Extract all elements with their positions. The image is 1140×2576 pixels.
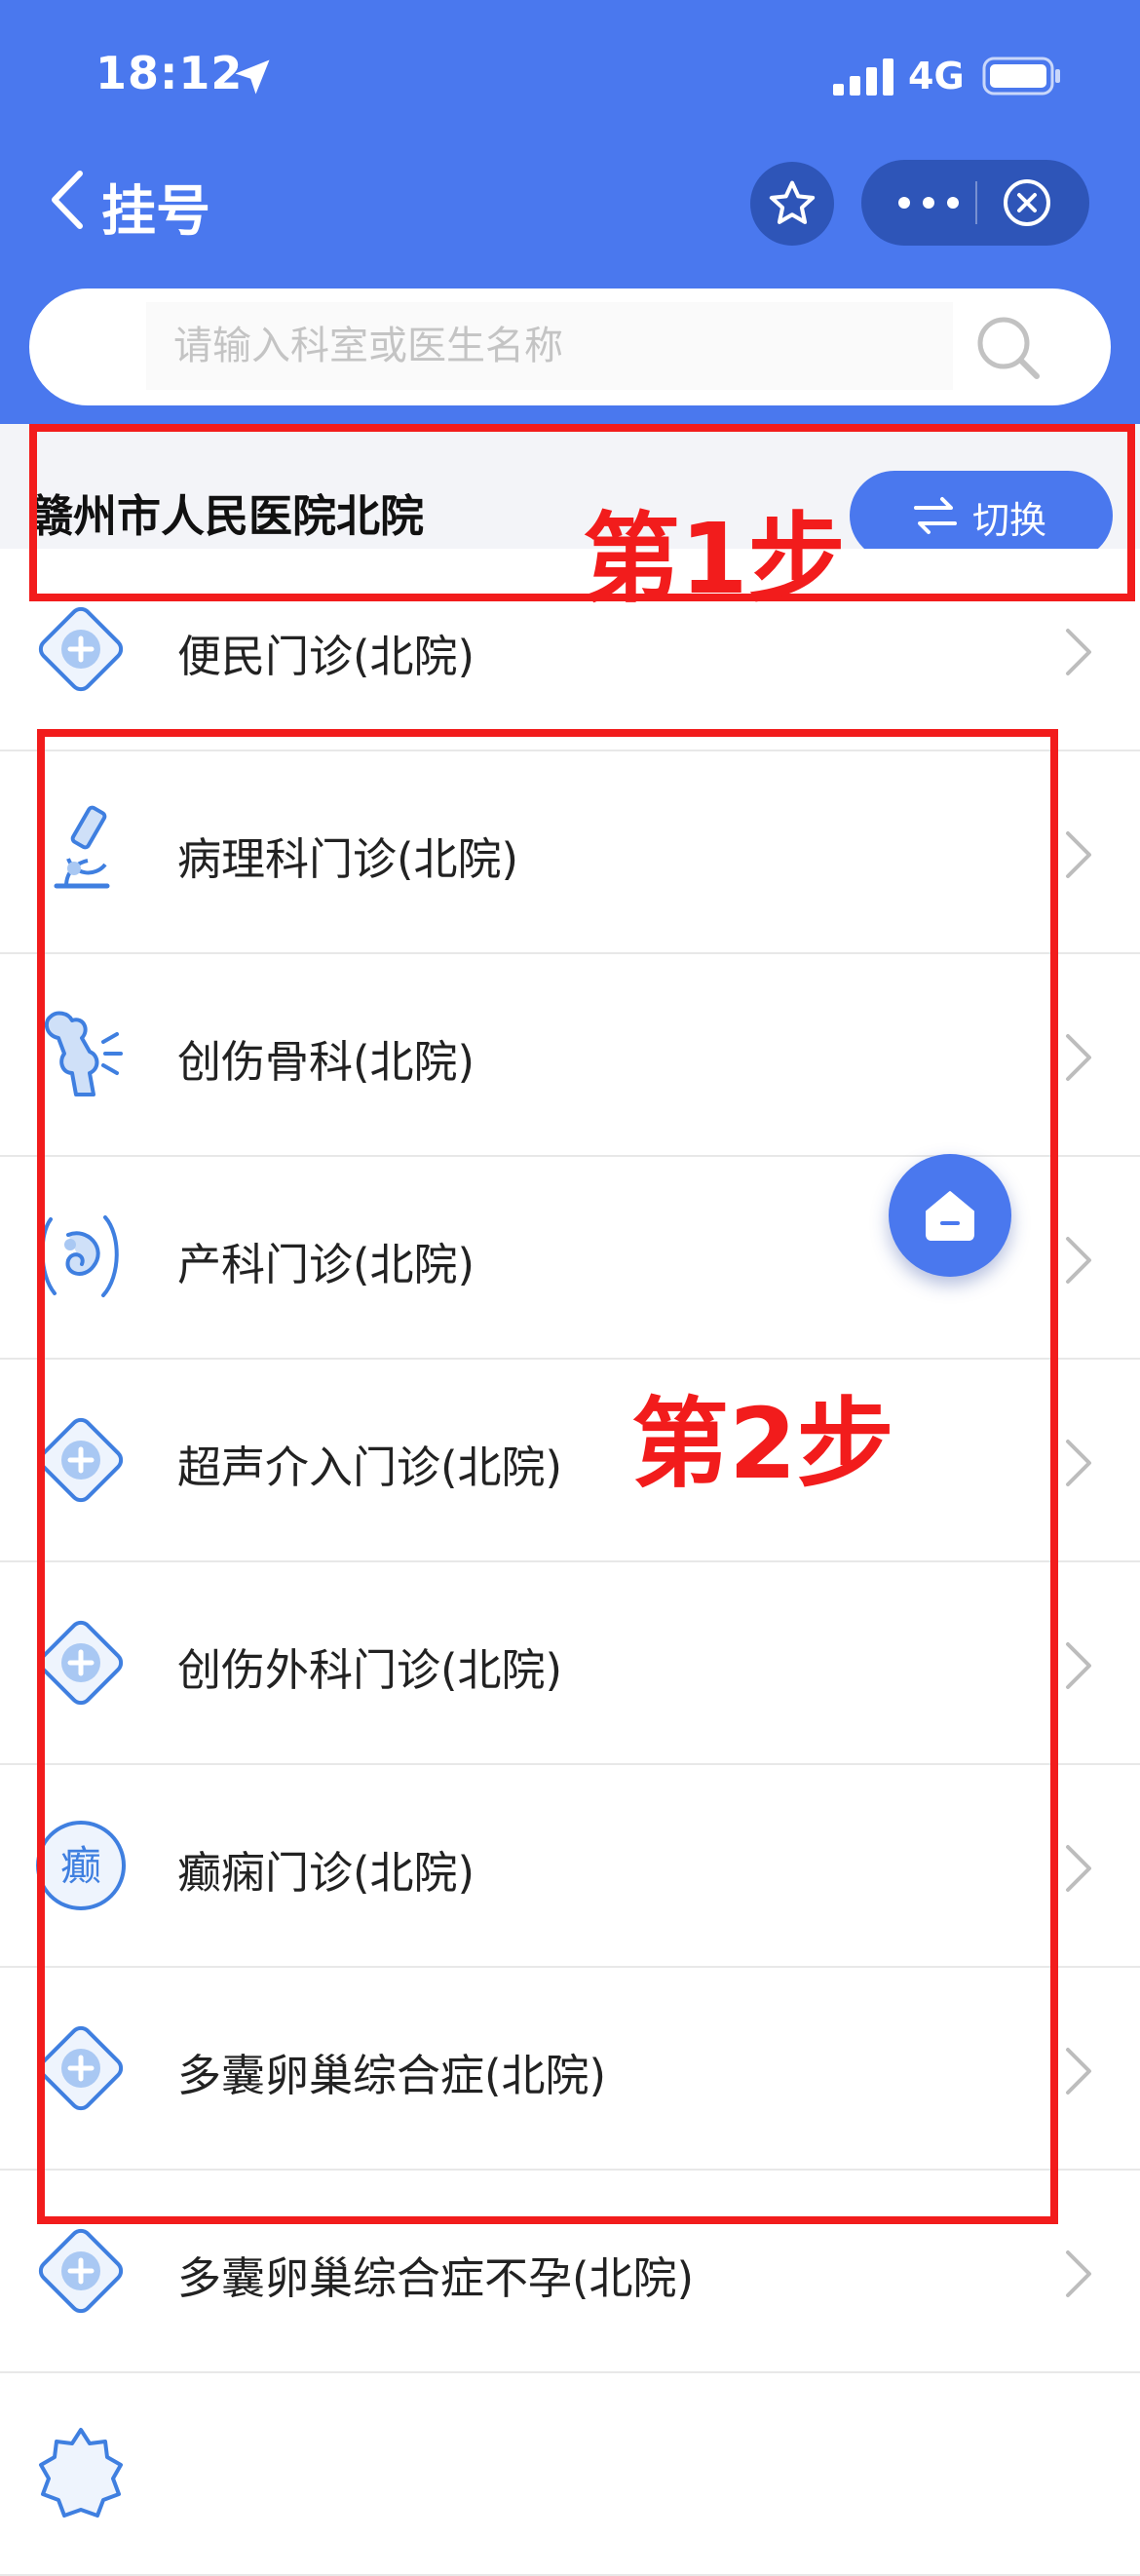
dept-row[interactable]: 超声介入门诊(北院)	[0, 1360, 1140, 1562]
medical-plus-diamond-icon	[38, 2025, 124, 2111]
epilepsy-icon-text: 癫	[60, 1842, 101, 1890]
dept-label: 多囊卵巢综合症不孕(北院)	[177, 2252, 695, 2304]
search-icon[interactable]	[972, 312, 1045, 384]
dept-label: 便民门诊(北院)	[177, 631, 475, 682]
swap-arrows-icon	[914, 497, 957, 534]
star-icon	[769, 180, 816, 224]
epilepsy-character-icon: 癫	[36, 1821, 126, 1910]
medical-plus-diamond-icon	[38, 2228, 124, 2314]
dept-row-partial[interactable]	[0, 2373, 1140, 2576]
medical-plus-diamond-icon	[38, 1620, 124, 1706]
home-icon	[926, 1191, 974, 1241]
chevron-right-icon	[1066, 1034, 1091, 1081]
dept-label: 超声介入门诊(北院)	[177, 1442, 563, 1493]
capsule-divider	[975, 181, 977, 224]
favorite-button[interactable]	[750, 162, 834, 246]
header: 18:12 4G 挂号	[0, 0, 1140, 424]
battery-icon	[982, 57, 1060, 96]
home-floating-button[interactable]	[889, 1154, 1011, 1277]
pregnancy-icon	[40, 1215, 119, 1297]
dept-label: 癫痫门诊(北院)	[177, 1847, 475, 1899]
microscope-icon	[54, 805, 110, 889]
dept-label: 创伤骨科(北院)	[177, 1036, 475, 1088]
dept-row[interactable]: 多囊卵巢综合症不孕(北院)	[0, 2171, 1140, 2373]
search-input[interactable]	[146, 302, 953, 390]
step1-label: 第1步	[583, 502, 846, 616]
chevron-right-icon	[1066, 2048, 1091, 2095]
back-arrow-icon[interactable]	[45, 168, 88, 232]
dept-label: 创伤外科门诊(北院)	[177, 1644, 563, 1696]
search-bar	[29, 288, 1111, 405]
close-icon[interactable]	[1002, 177, 1052, 228]
cellular-signal-icon	[833, 58, 893, 96]
chevron-right-icon	[1066, 1642, 1091, 1689]
dept-label: 病理科门诊(北院)	[177, 833, 519, 885]
dept-label: 多囊卵巢综合症(北院)	[177, 2050, 607, 2101]
location-arrow-icon	[235, 59, 270, 95]
dept-row[interactable]: 便民门诊(北院)	[0, 549, 1140, 751]
switch-hospital-button[interactable]: 切换	[850, 471, 1113, 560]
dept-row[interactable]: 创伤外科门诊(北院)	[0, 1562, 1140, 1765]
dept-row[interactable]: 病理科门诊(北院)	[0, 751, 1140, 954]
medical-badge-icon	[39, 2428, 123, 2518]
page-title: 挂号	[101, 180, 210, 244]
chevron-right-icon	[1066, 1440, 1091, 1486]
hospital-name: 赣州市人民医院北院	[29, 490, 425, 542]
dept-row[interactable]: 癫 癫痫门诊(北院)	[0, 1765, 1140, 1968]
dept-row[interactable]: 多囊卵巢综合症(北院)	[0, 1968, 1140, 2171]
chevron-right-icon	[1066, 2250, 1091, 2297]
medical-plus-diamond-icon	[38, 606, 124, 692]
mini-program-capsule	[861, 160, 1089, 246]
medical-plus-diamond-icon	[38, 1417, 124, 1503]
network-type: 4G	[908, 55, 965, 97]
more-dots-icon[interactable]	[894, 181, 963, 224]
step2-label: 第2步	[631, 1387, 894, 1501]
chevron-right-icon	[1066, 1237, 1091, 1284]
switch-label: 切换	[972, 499, 1047, 542]
chevron-right-icon	[1066, 831, 1091, 878]
dept-row[interactable]: 创伤骨科(北院)	[0, 954, 1140, 1157]
chevron-right-icon	[1066, 1845, 1091, 1892]
dept-label: 产科门诊(北院)	[177, 1239, 475, 1290]
status-time: 18:12	[95, 47, 244, 99]
chevron-right-icon	[1066, 629, 1091, 675]
bone-joint-icon	[44, 1011, 123, 1096]
